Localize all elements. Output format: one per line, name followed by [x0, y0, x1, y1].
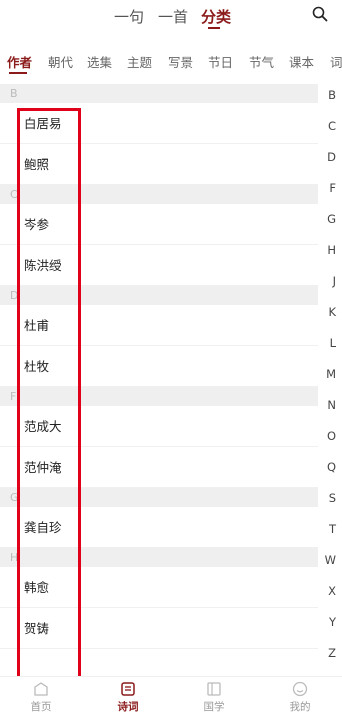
category-solar-term[interactable]: 节气	[249, 52, 274, 71]
nav-guoxue[interactable]: 国学	[189, 681, 239, 714]
index-letter[interactable]: Q	[327, 460, 336, 474]
highlight-box	[17, 108, 81, 688]
smile-icon	[292, 681, 308, 697]
tab-yishou[interactable]: 一首	[158, 6, 188, 27]
index-letter[interactable]: O	[327, 429, 336, 443]
index-letter[interactable]: Z	[328, 646, 336, 660]
index-letter[interactable]: L	[330, 336, 336, 350]
category-textbook[interactable]: 课本	[289, 52, 314, 71]
active-tab-indicator	[208, 27, 220, 29]
category-theme[interactable]: 主题	[127, 52, 152, 71]
index-letter[interactable]: N	[327, 398, 336, 412]
home-icon	[34, 682, 48, 696]
alphabet-index: B C D F G H J K L M N O Q S T W X Y Z	[320, 0, 342, 720]
nav-label: 我的	[289, 701, 311, 713]
nav-home[interactable]: 首页	[16, 681, 66, 714]
nav-label: 诗词	[117, 701, 139, 713]
index-letter[interactable]: D	[327, 150, 336, 164]
category-dynasty[interactable]: 朝代	[48, 52, 73, 71]
category-bar: 作者 朝代 选集 主题 写景 节日 节气 课本 词	[0, 46, 342, 76]
section-header: B	[0, 84, 318, 103]
top-tabs: 一句 一首 分类	[0, 0, 342, 34]
nav-poetry[interactable]: 诗词	[103, 681, 153, 714]
category-festival[interactable]: 节日	[208, 52, 233, 71]
index-letter[interactable]: M	[326, 367, 336, 381]
index-letter[interactable]: C	[328, 119, 336, 133]
index-letter[interactable]: X	[328, 584, 336, 598]
index-letter[interactable]: G	[327, 212, 336, 226]
scroll-icon	[207, 682, 221, 696]
bottom-nav: 首页 诗词 国学 我的	[0, 676, 342, 720]
nav-label: 首页	[30, 701, 52, 713]
index-letter[interactable]: B	[328, 88, 336, 102]
active-category-indicator	[9, 72, 27, 74]
index-letter[interactable]: K	[328, 305, 336, 319]
index-letter[interactable]: T	[329, 522, 336, 536]
index-letter[interactable]: F	[329, 181, 336, 195]
index-letter[interactable]: J	[333, 274, 336, 288]
index-letter[interactable]: H	[327, 243, 336, 257]
tab-yiju[interactable]: 一句	[114, 6, 144, 27]
category-anthology[interactable]: 选集	[87, 52, 112, 71]
index-letter[interactable]: S	[329, 491, 336, 505]
index-letter[interactable]: W	[325, 553, 336, 567]
nav-profile[interactable]: 我的	[275, 681, 325, 714]
tab-fenlei[interactable]: 分类	[201, 6, 231, 27]
category-scenery[interactable]: 写景	[168, 52, 193, 71]
nav-label: 国学	[203, 701, 225, 713]
book-icon	[121, 682, 135, 696]
index-letter[interactable]: Y	[329, 615, 336, 629]
category-author[interactable]: 作者	[7, 52, 32, 71]
